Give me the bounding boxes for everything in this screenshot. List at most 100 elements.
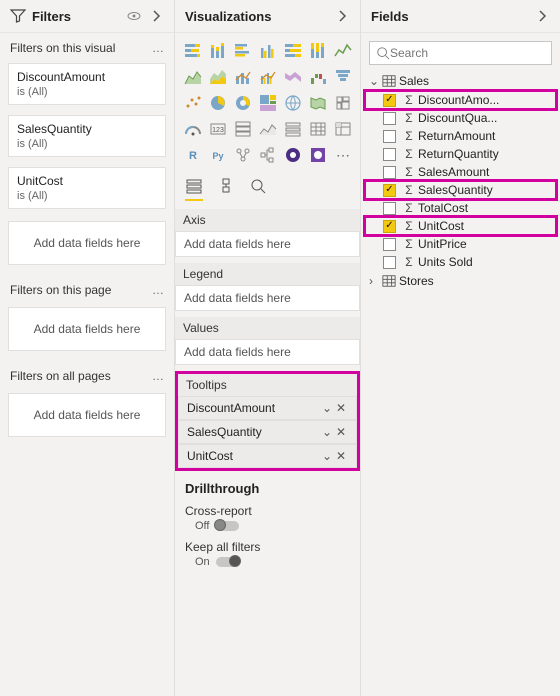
field-checkbox[interactable] — [383, 256, 396, 269]
collapse-icon[interactable] — [534, 8, 550, 24]
arcgis-icon[interactable] — [308, 145, 328, 165]
field-label: ReturnAmount — [418, 129, 552, 143]
shape-map-icon[interactable] — [333, 93, 353, 113]
hundred-bar-icon[interactable] — [283, 41, 303, 61]
viz-title: Visualizations — [185, 9, 328, 24]
tooltips-bucket-highlight: Tooltips DiscountAmount ⌄ ✕ SalesQuantit… — [175, 371, 360, 471]
kpi-icon[interactable] — [258, 119, 278, 139]
key-influencers-icon[interactable] — [233, 145, 253, 165]
search-input[interactable] — [390, 46, 545, 60]
tooltip-field-pill[interactable]: DiscountAmount ⌄ ✕ — [178, 396, 357, 420]
field-checkbox[interactable] — [383, 112, 396, 125]
clustered-bar-icon[interactable] — [233, 41, 253, 61]
field-label: TotalCost — [418, 201, 552, 215]
table-label: Stores — [399, 274, 552, 288]
axis-bucket[interactable]: Add data fields here — [175, 231, 360, 257]
add-fields-all[interactable]: Add data fields here — [8, 393, 166, 437]
hundred-column-icon[interactable] — [308, 41, 328, 61]
collapse-icon[interactable] — [334, 8, 350, 24]
field-checkbox[interactable] — [383, 166, 396, 179]
funnel-icon[interactable] — [333, 67, 353, 87]
slicer-icon[interactable] — [283, 119, 303, 139]
stacked-column-icon[interactable] — [208, 41, 228, 61]
filled-map-icon[interactable] — [308, 93, 328, 113]
fields-search[interactable] — [369, 41, 552, 65]
remove-icon[interactable]: ✕ — [334, 401, 348, 415]
decomposition-tree-icon[interactable] — [258, 145, 278, 165]
field-row[interactable]: ΣDiscountQua... — [365, 109, 556, 127]
field-row[interactable]: ΣSalesAmount — [365, 163, 556, 181]
field-checkbox[interactable] — [383, 202, 396, 215]
format-tab[interactable] — [217, 177, 235, 201]
more-icon[interactable]: … — [152, 283, 164, 297]
more-visuals-icon[interactable]: ⋯ — [333, 145, 353, 165]
treemap-icon[interactable] — [258, 93, 278, 113]
field-checkbox[interactable] — [383, 220, 396, 233]
gauge-icon[interactable] — [183, 119, 203, 139]
field-row[interactable]: ΣUnitCost — [365, 217, 556, 235]
remove-icon[interactable]: ✕ — [334, 425, 348, 439]
table-row[interactable]: ⌄Sales — [365, 71, 556, 91]
tooltip-field-pill[interactable]: SalesQuantity ⌄ ✕ — [178, 420, 357, 444]
field-label: SalesQuantity — [418, 183, 552, 197]
field-row[interactable]: ΣTotalCost — [365, 199, 556, 217]
map-icon[interactable] — [283, 93, 303, 113]
qa-visual-icon[interactable] — [283, 145, 303, 165]
field-checkbox[interactable] — [383, 184, 396, 197]
more-icon[interactable]: … — [152, 41, 164, 55]
legend-bucket-label: Legend — [175, 263, 360, 285]
ribbon-chart-icon[interactable] — [283, 67, 303, 87]
python-visual-icon[interactable]: Py — [208, 145, 228, 165]
pie-icon[interactable] — [208, 93, 228, 113]
table-icon[interactable] — [308, 119, 328, 139]
values-bucket[interactable]: Add data fields here — [175, 339, 360, 365]
field-checkbox[interactable] — [383, 148, 396, 161]
line-clustered-column-icon[interactable] — [258, 67, 278, 87]
matrix-icon[interactable] — [333, 119, 353, 139]
collapse-icon[interactable] — [148, 8, 164, 24]
analytics-tab[interactable] — [249, 177, 267, 201]
tooltips-bucket-label: Tooltips — [178, 374, 357, 396]
add-fields-page[interactable]: Add data fields here — [8, 307, 166, 351]
field-label: ReturnQuantity — [418, 147, 552, 161]
field-row[interactable]: ΣDiscountAmo... — [365, 91, 556, 109]
field-row[interactable]: ΣUnitPrice — [365, 235, 556, 253]
chevron-down-icon[interactable]: ⌄ — [320, 425, 334, 439]
scatter-icon[interactable] — [183, 93, 203, 113]
sigma-icon: Σ — [402, 201, 416, 215]
cross-report-toggle[interactable]: Off — [195, 520, 350, 532]
field-checkbox[interactable] — [383, 238, 396, 251]
line-stacked-column-icon[interactable] — [233, 67, 253, 87]
area-chart-icon[interactable] — [183, 67, 203, 87]
clustered-column-icon[interactable] — [258, 41, 278, 61]
visibility-icon[interactable] — [126, 8, 142, 24]
table-row[interactable]: ›Stores — [365, 271, 556, 291]
field-row[interactable]: ΣReturnAmount — [365, 127, 556, 145]
line-chart-icon[interactable] — [333, 41, 353, 61]
legend-bucket[interactable]: Add data fields here — [175, 285, 360, 311]
keep-filters-toggle[interactable]: On — [195, 556, 350, 568]
field-row[interactable]: ΣUnits Sold — [365, 253, 556, 271]
waterfall-icon[interactable] — [308, 67, 328, 87]
tooltip-field-pill[interactable]: UnitCost ⌄ ✕ — [178, 444, 357, 468]
field-row[interactable]: ΣSalesQuantity — [365, 181, 556, 199]
multi-row-card-icon[interactable] — [233, 119, 253, 139]
add-fields-visual[interactable]: Add data fields here — [8, 221, 166, 265]
stacked-bar-icon[interactable] — [183, 41, 203, 61]
filter-card[interactable]: UnitCost is (All) — [8, 167, 166, 209]
fields-tab[interactable] — [185, 177, 203, 201]
donut-icon[interactable] — [233, 93, 253, 113]
remove-icon[interactable]: ✕ — [334, 449, 348, 463]
chevron-down-icon[interactable]: ⌄ — [320, 449, 334, 463]
stacked-area-icon[interactable] — [208, 67, 228, 87]
field-checkbox[interactable] — [383, 94, 396, 107]
field-checkbox[interactable] — [383, 130, 396, 143]
chevron-down-icon[interactable]: ⌄ — [320, 401, 334, 415]
filter-card[interactable]: SalesQuantity is (All) — [8, 115, 166, 157]
r-visual-icon[interactable]: R — [183, 145, 203, 165]
field-row[interactable]: ΣReturnQuantity — [365, 145, 556, 163]
filter-card[interactable]: DiscountAmount is (All) — [8, 63, 166, 105]
more-icon[interactable]: … — [152, 369, 164, 383]
card-icon[interactable]: 123 — [208, 119, 228, 139]
filters-title: Filters — [32, 9, 120, 24]
